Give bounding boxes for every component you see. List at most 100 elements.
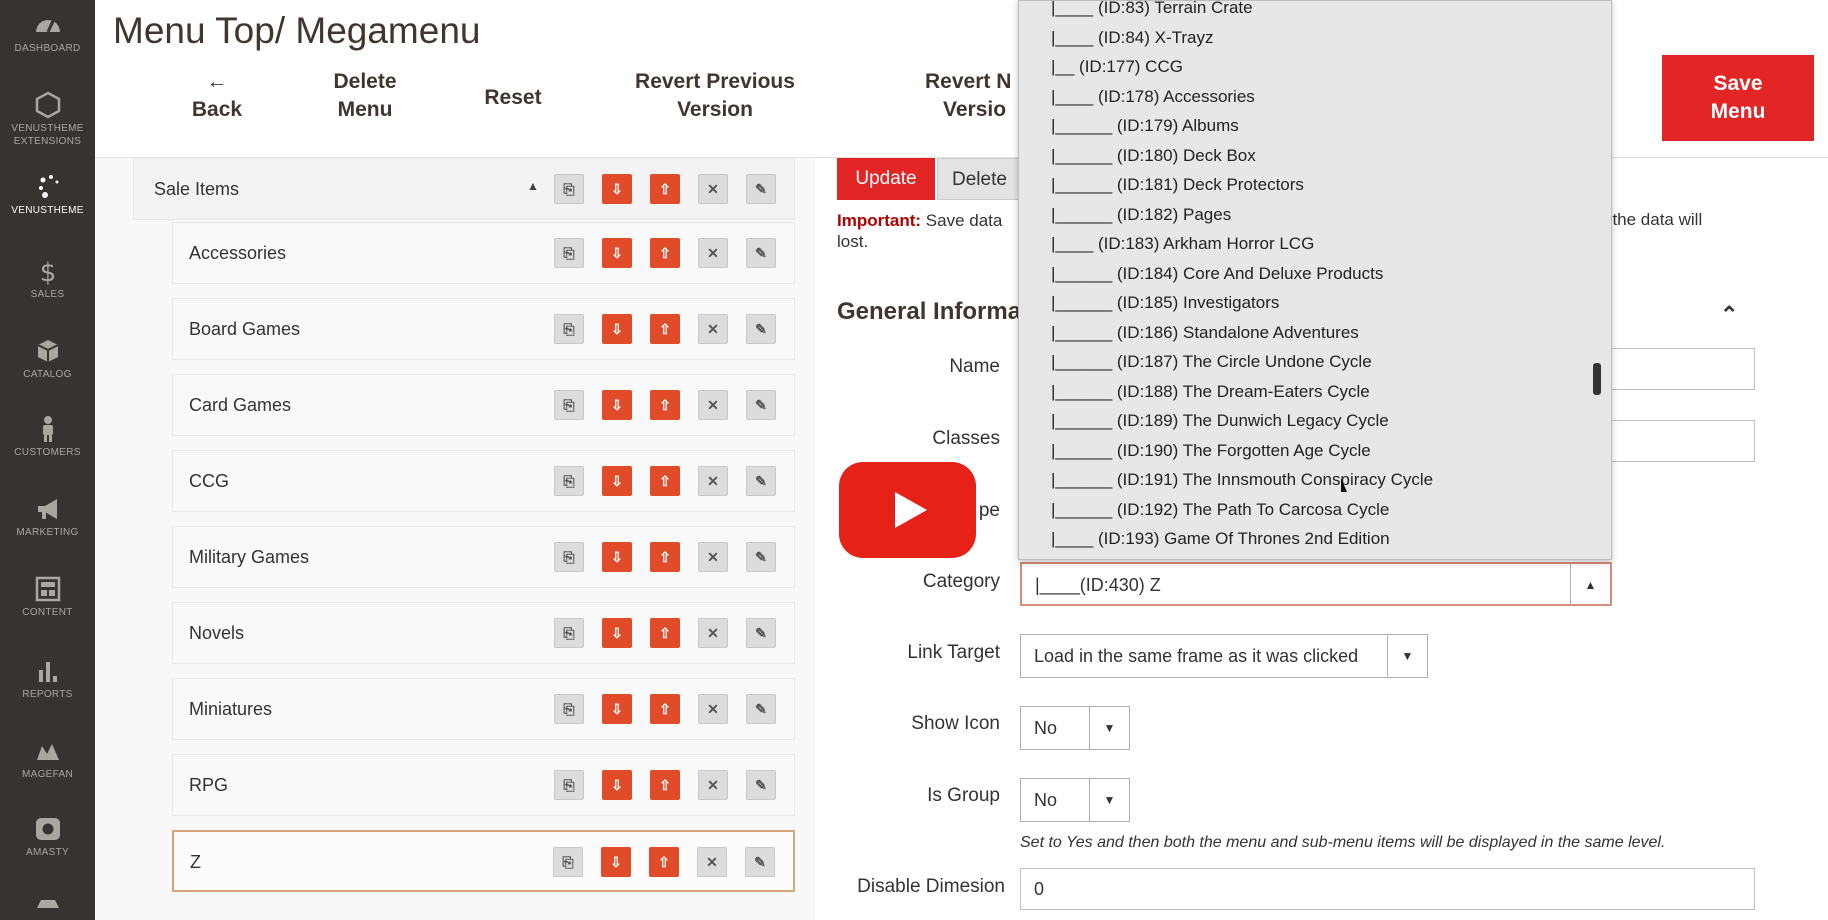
back-button[interactable]: ← Back xyxy=(167,68,267,124)
sidebar-item-venustheme[interactable]: VENUSTHEME xyxy=(0,172,95,217)
edit-icon[interactable]: ✎ xyxy=(746,174,776,204)
move-down-icon[interactable]: ⇩ xyxy=(602,238,632,268)
sidebar-item-amasty[interactable]: AMASTY xyxy=(0,814,95,859)
edit-icon[interactable]: ✎ xyxy=(746,618,776,648)
move-up-icon[interactable]: ⇧ xyxy=(650,770,680,800)
delete-icon[interactable]: ✕ xyxy=(698,694,728,724)
move-up-icon[interactable]: ⇧ xyxy=(650,466,680,496)
dropdown-option[interactable]: |______ (ID:187) The Circle Undone Cycle xyxy=(1051,347,1372,376)
delete-icon[interactable]: ✕ xyxy=(698,618,728,648)
tree-item[interactable]: Miniatures ⎘ ⇩ ⇧ ✕ ✎ xyxy=(172,678,795,740)
move-down-icon[interactable]: ⇩ xyxy=(602,694,632,724)
move-down-icon[interactable]: ⇩ xyxy=(601,847,631,877)
tree-item[interactable]: Novels ⎘ ⇩ ⇧ ✕ ✎ xyxy=(172,602,795,664)
delete-icon[interactable]: ✕ xyxy=(698,314,728,344)
sidebar-item-more[interactable] xyxy=(0,896,95,920)
dropdown-option[interactable]: |______ (ID:186) Standalone Adventures xyxy=(1051,318,1359,347)
edit-icon[interactable]: ✎ xyxy=(746,390,776,420)
delete-icon[interactable]: ✕ xyxy=(698,390,728,420)
move-down-icon[interactable]: ⇩ xyxy=(602,390,632,420)
dropdown-option[interactable]: |____ (ID:183) Arkham Horror LCG xyxy=(1051,229,1314,258)
duplicate-icon[interactable]: ⎘ xyxy=(554,238,584,268)
is-group-select[interactable]: No ▼ xyxy=(1020,778,1130,822)
show-icon-select[interactable]: No ▼ xyxy=(1020,706,1130,750)
tree-item[interactable]: Board Games ⎘ ⇩ ⇧ ✕ ✎ xyxy=(172,298,795,360)
edit-icon[interactable]: ✎ xyxy=(746,770,776,800)
dropdown-option[interactable]: |______ (ID:190) The Forgotten Age Cycle xyxy=(1051,436,1371,465)
collapse-chevron-icon[interactable]: ⌃ xyxy=(1720,302,1738,328)
link-target-select[interactable]: Load in the same frame as it was clicked… xyxy=(1020,634,1428,678)
tree-item[interactable]: Military Games ⎘ ⇩ ⇧ ✕ ✎ xyxy=(172,526,795,588)
reset-button[interactable]: Reset xyxy=(463,84,563,112)
dropdown-option[interactable]: |______ (ID:179) Albums xyxy=(1051,111,1239,140)
move-up-icon[interactable]: ⇧ xyxy=(650,314,680,344)
sidebar-item-reports[interactable]: REPORTS xyxy=(0,656,95,701)
tree-item[interactable]: RPG ⎘ ⇩ ⇧ ✕ ✎ xyxy=(172,754,795,816)
dropdown-option[interactable]: |______ (ID:182) Pages xyxy=(1051,200,1231,229)
duplicate-icon[interactable]: ⎘ xyxy=(554,770,584,800)
edit-icon[interactable]: ✎ xyxy=(746,238,776,268)
duplicate-icon[interactable]: ⎘ xyxy=(553,847,583,877)
move-down-icon[interactable]: ⇩ xyxy=(602,466,632,496)
sidebar-item-content[interactable]: CONTENT xyxy=(0,574,95,619)
tree-item[interactable]: Accessories ⎘ ⇩ ⇧ ✕ ✎ xyxy=(172,222,795,284)
move-up-icon[interactable]: ⇧ xyxy=(650,174,680,204)
tree-item[interactable]: CCG ⎘ ⇩ ⇧ ✕ ✎ xyxy=(172,450,795,512)
delete-icon[interactable]: ✕ xyxy=(698,466,728,496)
move-up-icon[interactable]: ⇧ xyxy=(650,390,680,420)
category-select[interactable]: |____(ID:430) Z ▲ xyxy=(1020,562,1612,606)
caret-down-icon[interactable]: ▼ xyxy=(1089,779,1129,821)
duplicate-icon[interactable]: ⎘ xyxy=(554,174,584,204)
category-dropdown-list[interactable]: |____ (ID:83) Terrain Crate |____ (ID:84)… xyxy=(1018,0,1612,560)
dropdown-option[interactable]: |__ (ID:177) CCG xyxy=(1051,52,1183,81)
dropdown-option[interactable]: |____ (ID:84) X-Trayz xyxy=(1051,23,1214,52)
edit-icon[interactable]: ✎ xyxy=(746,694,776,724)
move-up-icon[interactable]: ⇧ xyxy=(650,694,680,724)
duplicate-icon[interactable]: ⎘ xyxy=(554,466,584,496)
edit-icon[interactable]: ✎ xyxy=(746,314,776,344)
dropdown-scrollbar[interactable] xyxy=(1593,363,1601,395)
duplicate-icon[interactable]: ⎘ xyxy=(554,314,584,344)
move-down-icon[interactable]: ⇩ xyxy=(602,314,632,344)
edit-icon[interactable]: ✎ xyxy=(746,466,776,496)
video-play-button[interactable] xyxy=(839,462,976,558)
move-up-icon[interactable]: ⇧ xyxy=(650,618,680,648)
sidebar-item-magefan[interactable]: MAGEFAN xyxy=(0,736,95,781)
save-menu-button[interactable]: Save Menu xyxy=(1662,55,1814,141)
delete-icon[interactable]: ✕ xyxy=(698,238,728,268)
edit-icon[interactable]: ✎ xyxy=(745,847,775,877)
caret-up-icon[interactable]: ▲ xyxy=(527,179,539,193)
tree-item[interactable]: Z ⎘ ⇩ ⇧ ✕ ✎ xyxy=(172,830,795,892)
move-down-icon[interactable]: ⇩ xyxy=(602,174,632,204)
move-down-icon[interactable]: ⇩ xyxy=(602,770,632,800)
delete-icon[interactable]: ✕ xyxy=(698,174,728,204)
sidebar-item-customers[interactable]: CUSTOMERS xyxy=(0,414,95,459)
dropdown-option[interactable]: |______ (ID:185) Investigators xyxy=(1051,288,1279,317)
dropdown-option[interactable]: |____ (ID:83) Terrain Crate xyxy=(1051,1,1253,22)
duplicate-icon[interactable]: ⎘ xyxy=(554,618,584,648)
edit-icon[interactable]: ✎ xyxy=(746,542,776,572)
delete-icon[interactable]: ✕ xyxy=(698,770,728,800)
dropdown-option[interactable]: |____ (ID:193) Game Of Thrones 2nd Editi… xyxy=(1051,524,1390,553)
disable-dimesion-input[interactable]: 0 xyxy=(1020,868,1755,910)
caret-down-icon[interactable]: ▼ xyxy=(1387,635,1427,677)
dropdown-option[interactable]: |______ (ID:188) The Dream-Eaters Cycle xyxy=(1051,377,1370,406)
sidebar-item-marketing[interactable]: MARKETING xyxy=(0,494,95,539)
dropdown-option[interactable]: |______ (ID:192) The Path To Carcosa Cyc… xyxy=(1051,495,1389,524)
delete-button[interactable]: Delete xyxy=(937,158,1027,200)
dropdown-option[interactable]: |______ (ID:184) Core And Deluxe Product… xyxy=(1051,259,1383,288)
move-up-icon[interactable]: ⇧ xyxy=(649,847,679,877)
caret-down-icon[interactable]: ▼ xyxy=(1089,707,1129,749)
sidebar-item-sales[interactable]: $ SALES xyxy=(0,256,95,301)
dropdown-option[interactable]: |____ (ID:178) Accessories xyxy=(1051,82,1255,111)
move-up-icon[interactable]: ⇧ xyxy=(650,238,680,268)
sidebar-item-venustheme-extensions[interactable]: VENUSTHEME EXTENSIONS xyxy=(0,90,95,148)
caret-up-icon[interactable]: ▲ xyxy=(1570,564,1610,606)
tree-item-parent[interactable]: Sale Items ▲ ⎘ ⇩ ⇧ ✕ ✎ xyxy=(133,158,795,220)
tree-item[interactable]: Card Games ⎘ ⇩ ⇧ ✕ ✎ xyxy=(172,374,795,436)
delete-icon[interactable]: ✕ xyxy=(697,847,727,877)
sidebar-item-catalog[interactable]: CATALOG xyxy=(0,336,95,381)
move-down-icon[interactable]: ⇩ xyxy=(602,618,632,648)
duplicate-icon[interactable]: ⎘ xyxy=(554,390,584,420)
duplicate-icon[interactable]: ⎘ xyxy=(554,694,584,724)
